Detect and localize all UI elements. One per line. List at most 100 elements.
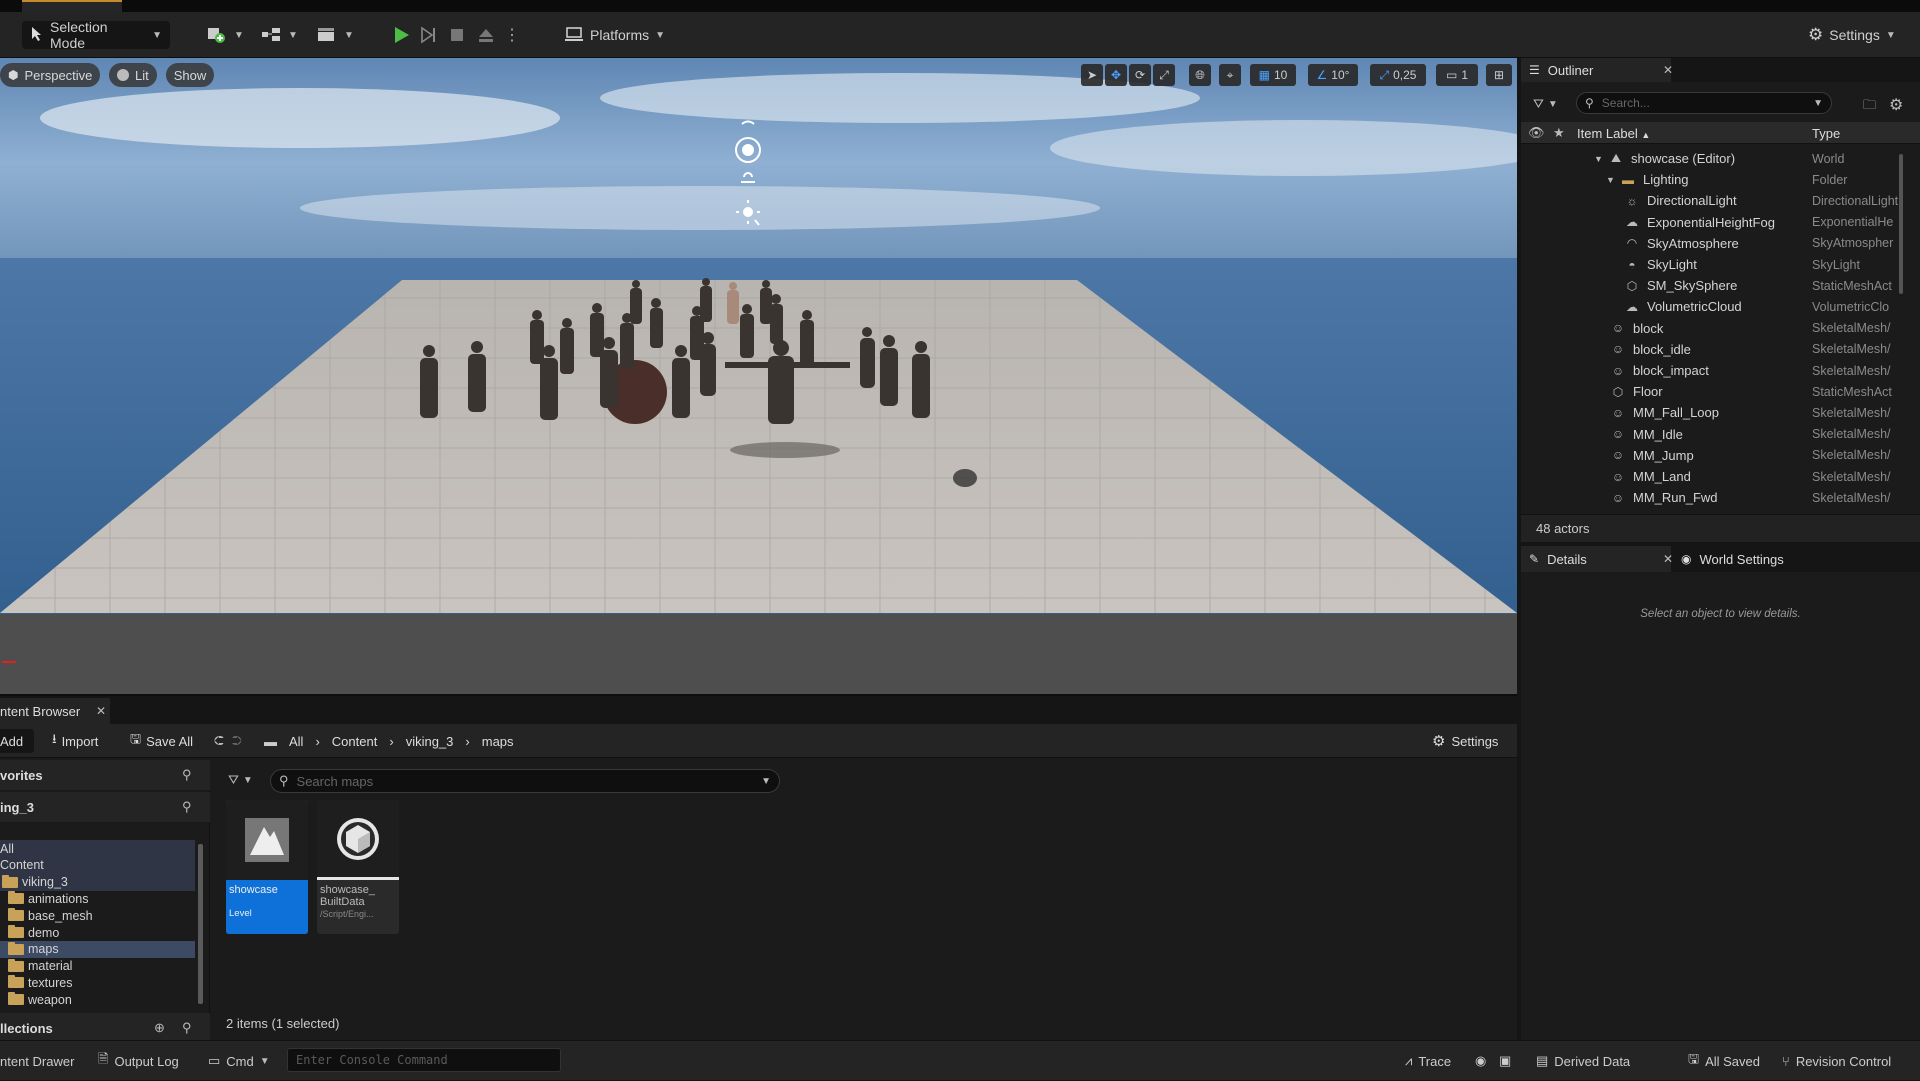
camera-speed-button[interactable]: ▭ 1 xyxy=(1436,64,1478,86)
close-icon[interactable]: ✕ xyxy=(1663,63,1673,77)
outliner-row[interactable]: ⬡ SM_SkySphere StaticMeshAct xyxy=(1521,275,1906,296)
filter-button[interactable]: ⛛ ▼ xyxy=(1533,96,1558,112)
item-label-column[interactable]: Item Label ▲ xyxy=(1577,126,1650,141)
breadcrumb-content[interactable]: Content xyxy=(332,734,378,749)
search-icon[interactable]: ⚲ xyxy=(182,1020,192,1036)
folder-tree-item[interactable]: base_mesh xyxy=(0,907,195,924)
selection-mode-dropdown[interactable]: Selection Mode ▼ xyxy=(22,19,170,51)
save-all-button[interactable]: 🖫︎ Save All xyxy=(130,729,193,753)
folder-tree-item[interactable]: maps xyxy=(0,940,195,958)
add-button[interactable]: Add xyxy=(0,729,34,753)
scale-snap-button[interactable]: ⤢ 0,25 xyxy=(1370,64,1426,86)
type-column[interactable]: Type xyxy=(1812,126,1840,141)
add-content-dropdown[interactable]: ▼ xyxy=(198,21,252,49)
rotation-snap-button[interactable]: ∠ 10° xyxy=(1308,64,1358,86)
outliner-tab[interactable]: ☰ Outliner ✕ xyxy=(1521,58,1673,82)
content-browser-settings-button[interactable]: ⚙ Settings xyxy=(1432,729,1498,753)
outliner-scrollbar[interactable] xyxy=(1899,154,1903,294)
add-folder-button[interactable]: 🗀︎ xyxy=(1863,96,1876,118)
eye-icon[interactable]: 👁︎ xyxy=(1528,125,1545,141)
add-collection-icon[interactable]: ⊕ xyxy=(154,1020,165,1036)
outliner-row[interactable]: ⬡ Floor StaticMeshAct xyxy=(1521,381,1906,402)
outliner-row[interactable]: ☺ MM_Land SkeletalMesh/ xyxy=(1521,466,1906,487)
asset-search-input[interactable]: ⚲ Search maps ▼ xyxy=(270,769,780,793)
asset-tile-showcase[interactable]: showcase Level xyxy=(226,800,308,934)
viewport-layout-button[interactable]: ⊞ xyxy=(1486,64,1512,86)
folder-tree-item[interactable]: animations xyxy=(0,890,195,907)
view-mode-dropdown[interactable]: Lit xyxy=(109,63,157,87)
folder-tree-scrollbar[interactable] xyxy=(198,844,203,1004)
save-status-button[interactable]: 🖫︎ All Saved xyxy=(1688,1041,1760,1081)
content-drawer-button[interactable]: ntent Drawer xyxy=(0,1041,74,1081)
folder-tree-item[interactable]: material xyxy=(0,958,195,975)
console-input[interactable]: Enter Console Command xyxy=(287,1048,561,1072)
back-arrow-icon[interactable]: ⮈ xyxy=(214,733,224,749)
platforms-dropdown[interactable]: Platforms ▼ xyxy=(556,21,673,49)
outliner-row[interactable]: ☺ block_impact SkeletalMesh/ xyxy=(1521,360,1906,381)
outliner-row[interactable]: ☼ DirectionalLight DirectionalLight xyxy=(1521,190,1906,211)
outliner-row[interactable]: ▼ ⛰ showcase (Editor) World xyxy=(1521,148,1906,169)
scale-tool-button[interactable]: ⤢ xyxy=(1153,64,1175,86)
level-viewport[interactable]: ⬢ Perspective Lit Show ➤ ✥ ⟳ ⤢ 🌐︎ ⌖ ▦ 10 … xyxy=(0,58,1517,694)
outliner-row[interactable]: ☁ VolumetricCloud VolumetricClo xyxy=(1521,296,1906,317)
project-header[interactable]: ing_3 ⚲ xyxy=(0,792,210,822)
asset-tile-builtdata[interactable]: showcase_ BuiltData /Script/Engi... xyxy=(317,800,399,934)
star-icon[interactable]: ★ xyxy=(1553,125,1565,141)
cinematics-dropdown[interactable]: ▼ xyxy=(308,21,362,49)
play-button[interactable] xyxy=(388,21,414,49)
import-button[interactable]: ⭳ Import xyxy=(52,729,98,753)
details-tab[interactable]: ✎ Details ✕ xyxy=(1521,546,1673,572)
folder-tree-item[interactable]: weapon xyxy=(0,991,195,1008)
play-options-button[interactable]: ⋮ xyxy=(500,21,524,49)
record-button[interactable]: ◉ xyxy=(1475,1041,1486,1081)
asset-filter-button[interactable]: ⛛ ▼ xyxy=(228,772,253,788)
outliner-row[interactable]: ☺ block SkeletalMesh/ xyxy=(1521,318,1906,339)
close-icon[interactable]: ✕ xyxy=(1663,552,1673,566)
collections-header[interactable]: llections ⊕ ⚲ xyxy=(0,1013,210,1043)
level-tab[interactable] xyxy=(22,0,122,12)
expand-arrow-icon[interactable]: ▼ xyxy=(1594,154,1603,164)
outliner-row[interactable]: ☺ MM_Run_Fwd SkeletalMesh/ xyxy=(1521,487,1906,508)
outliner-row[interactable]: ☺ MM_Idle SkeletalMesh/ xyxy=(1521,424,1906,445)
stop-button[interactable] xyxy=(444,21,470,49)
grid-snap-button[interactable]: ▦ 10 xyxy=(1250,64,1296,86)
rotate-tool-button[interactable]: ⟳ xyxy=(1129,64,1151,86)
favorites-header[interactable]: vorites ⚲ xyxy=(0,760,210,790)
outliner-row[interactable]: ☺ MM_Jump SkeletalMesh/ xyxy=(1521,445,1906,466)
outliner-search-input[interactable]: ⚲ Search... ▼ xyxy=(1576,92,1832,114)
revision-control-button[interactable]: ⑂ Revision Control xyxy=(1782,1041,1891,1081)
cmd-dropdown[interactable]: ▭ Cmd ▼ xyxy=(208,1041,270,1081)
folder-tree-item[interactable]: viking_3 xyxy=(0,873,195,891)
search-icon[interactable]: ⚲ xyxy=(182,767,192,783)
eject-button[interactable] xyxy=(473,21,499,49)
output-log-button[interactable]: 🗎︎ Output Log xyxy=(98,1041,179,1081)
translate-tool-button[interactable]: ✥ xyxy=(1105,64,1127,86)
breadcrumb-maps[interactable]: maps xyxy=(482,734,514,749)
trace-button[interactable]: ⩘ Trace xyxy=(1405,1041,1451,1081)
world-settings-tab[interactable]: ◉ World Settings xyxy=(1673,546,1833,572)
forward-arrow-icon[interactable]: ⮊ xyxy=(232,733,242,749)
derived-data-button[interactable]: ▤ Derived Data xyxy=(1536,1041,1630,1081)
close-icon[interactable]: ✕ xyxy=(96,704,106,718)
outliner-row[interactable]: ◠ SkyAtmosphere SkyAtmospher xyxy=(1521,233,1906,254)
surface-snap-button[interactable]: ⌖ xyxy=(1219,64,1241,86)
outliner-settings-button[interactable]: ⚙ xyxy=(1889,95,1903,115)
world-local-toggle[interactable]: 🌐︎ xyxy=(1189,64,1211,86)
breadcrumb-viking-3[interactable]: viking_3 xyxy=(406,734,454,749)
breadcrumb-all[interactable]: All xyxy=(289,734,303,749)
outliner-row[interactable]: ☺ MM_Fall_Loop SkeletalMesh/ xyxy=(1521,402,1906,423)
select-tool-button[interactable]: ➤ xyxy=(1081,64,1103,86)
folder-tree-item[interactable]: demo xyxy=(0,924,195,941)
content-browser-tab[interactable]: ntent Browser ✕ xyxy=(0,698,110,724)
expand-arrow-icon[interactable]: ▼ xyxy=(1606,175,1615,185)
toolbar-settings-dropdown[interactable]: ⚙ Settings ▼ xyxy=(1800,21,1904,49)
folder-tree-item[interactable]: All xyxy=(0,840,195,857)
outliner-row[interactable]: ☺ block_idle SkeletalMesh/ xyxy=(1521,339,1906,360)
outliner-row[interactable]: ☁ ExponentialHeightFog ExponentialHe xyxy=(1521,212,1906,233)
advance-frame-button[interactable] xyxy=(416,21,442,49)
show-dropdown[interactable]: Show xyxy=(166,63,214,87)
outliner-row[interactable]: ▼ ▬ Lighting Folder xyxy=(1521,169,1906,190)
screenshot-button[interactable]: ▣ xyxy=(1499,1041,1511,1081)
perspective-dropdown[interactable]: ⬢ Perspective xyxy=(0,63,100,87)
blueprints-dropdown[interactable]: ▼ xyxy=(252,21,306,49)
